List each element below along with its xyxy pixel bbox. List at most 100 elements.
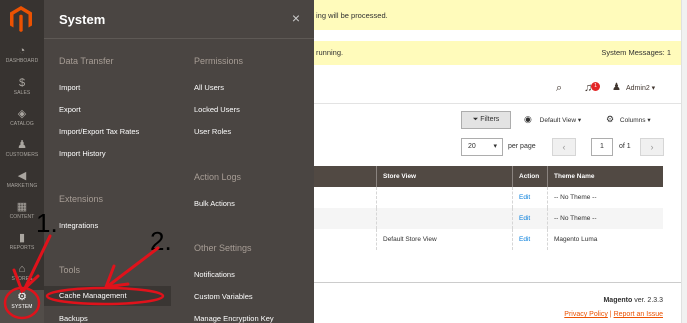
menu-notifications[interactable]: Notifications [194,270,235,279]
col-action[interactable]: Action [512,166,545,187]
nav-reports[interactable]: ▮ REPORTS [0,231,44,262]
store-view-cell [376,187,512,208]
nav-content[interactable]: ▦ CONTENT [0,200,44,231]
section-tools: Tools [59,265,81,275]
page-count: of 1 [619,143,631,150]
table-row: Edit -- No Theme -- [314,187,663,208]
nav-sales-label: SALES [13,90,31,96]
filters-button[interactable]: ⏷ Filters [461,111,511,129]
col-store-view[interactable]: Store View [376,166,450,187]
theme-cell: -- No Theme -- [547,208,663,229]
report-issue-link[interactable]: Report an Issue [614,311,663,318]
table-row: Default Store View Edit Magento Luma [314,229,663,250]
store-view-cell [376,208,512,229]
indexer-message-banner: running. System Messages: 1 [314,41,681,65]
version-info: Magento ver. 2.3.3 [603,297,663,304]
grid-header: Store View Action Theme Name [314,166,663,187]
per-page-select[interactable]: 20 ▾ [461,138,503,156]
dashboard-icon: ◔ [18,45,26,57]
chevron-left-icon: ‹ [562,142,566,152]
columns-label: Columns [619,117,646,124]
nav-marketing-label: MARKETING [6,183,38,189]
table-row: Edit -- No Theme -- [314,208,663,229]
nav-customers[interactable]: ♟ CUSTOMERS [0,138,44,169]
user-icon: ♟ [612,82,621,93]
menu-bulk-actions[interactable]: Bulk Actions [194,199,235,208]
system-messages-toggle[interactable]: System Messages: 1 [601,41,671,65]
view-selector[interactable]: ◉ Default View ▾ [524,114,581,125]
megaphone-icon: ◀ [17,170,27,182]
theme-cell: Magento Luma [547,229,663,250]
menu-backups[interactable]: Backups [59,314,88,323]
version-text: ver. 2.3.3 [632,297,663,304]
edit-link[interactable]: Edit [512,208,547,229]
nav-dashboard-label: DASHBOARD [5,58,39,64]
nav-dashboard[interactable]: ◔ DASHBOARD [0,44,44,75]
menu-locked-users[interactable]: Locked Users [194,105,240,114]
store-view-cell: Default Store View [376,229,512,250]
nav-system[interactable]: ⚙ SYSTEM [0,290,44,323]
theme-cell: -- No Theme -- [547,187,663,208]
section-extensions: Extensions [59,194,104,204]
magento-logo[interactable] [9,6,33,32]
search-icon[interactable]: ⌕ [556,82,562,95]
flyout-divider [44,38,314,39]
section-action-logs: Action Logs [194,172,242,182]
message-text: ing will be processed. [316,11,388,20]
section-data-transfer: Data Transfer [59,56,114,66]
store-icon: ⌂ [18,263,26,275]
per-page-label: per page [508,143,536,150]
menu-all-users[interactable]: All Users [194,83,224,92]
nav-content-label: CONTENT [9,214,35,220]
gear-icon: ⚙ [17,291,27,303]
nav-customers-label: CUSTOMERS [5,152,39,158]
menu-export[interactable]: Export [59,105,81,114]
section-other-settings: Other Settings [194,243,252,253]
menu-custom-variables[interactable]: Custom Variables [194,292,253,301]
next-page-button[interactable]: › [640,138,664,156]
menu-import-export-tax-rates[interactable]: Import/Export Tax Rates [59,127,139,136]
product-name: Magento [603,297,633,304]
menu-cache-management[interactable]: Cache Management [44,286,171,306]
menu-import-history[interactable]: Import History [59,149,106,158]
system-flyout-menu: System × Data Transfer Import Export Imp… [44,0,314,323]
cube-icon: ◈ [17,108,27,120]
page-scrollbar[interactable] [681,0,687,323]
user-name: Admin2 [626,85,650,92]
nav-marketing[interactable]: ◀ MARKETING [0,169,44,200]
menu-user-roles[interactable]: User Roles [194,127,231,136]
close-icon[interactable]: × [292,10,300,26]
content-icon: ▦ [16,201,28,213]
footer-divider [314,282,681,283]
chevron-down-icon: ▾ [647,117,651,124]
col-theme-name[interactable]: Theme Name [547,166,663,187]
edit-link[interactable]: Edit [512,187,547,208]
page-input[interactable]: 1 [591,138,613,156]
admin-nav-rail: ◔ DASHBOARD $ SALES ◈ CATALOG ♟ CUSTOMER… [0,0,44,323]
privacy-policy-link[interactable]: Privacy Policy [564,311,608,318]
prev-page-button[interactable]: ‹ [552,138,576,156]
system-message-banner: ing will be processed. [314,0,681,30]
message-text: running. [316,48,344,57]
view-label: Default View [539,117,577,124]
nav-stores[interactable]: ⌂ STORES [0,262,44,293]
nav-system-label: SYSTEM [11,304,33,310]
user-menu[interactable]: Admin2 ▾ [626,84,655,92]
chevron-down-icon: ▾ [493,143,497,150]
nav-sales[interactable]: $ SALES [0,76,44,107]
nav-catalog[interactable]: ◈ CATALOG [0,107,44,138]
eye-icon: ◉ [524,114,532,124]
person-icon: ♟ [17,139,27,151]
dollar-icon: $ [18,77,26,89]
filters-label: Filters [480,116,500,123]
edit-link[interactable]: Edit [512,229,547,250]
menu-integrations[interactable]: Integrations [59,221,98,230]
nav-catalog-label: CATALOG [10,121,34,127]
footer-links: Privacy Policy | Report an Issue [564,311,663,318]
menu-import[interactable]: Import [59,83,80,92]
columns-selector[interactable]: ⚙ Columns ▾ [606,114,651,125]
menu-manage-encryption-key[interactable]: Manage Encryption Key [194,314,274,323]
header-divider [314,103,681,104]
chevron-right-icon: › [650,142,654,152]
gear-icon: ⚙ [606,114,615,124]
